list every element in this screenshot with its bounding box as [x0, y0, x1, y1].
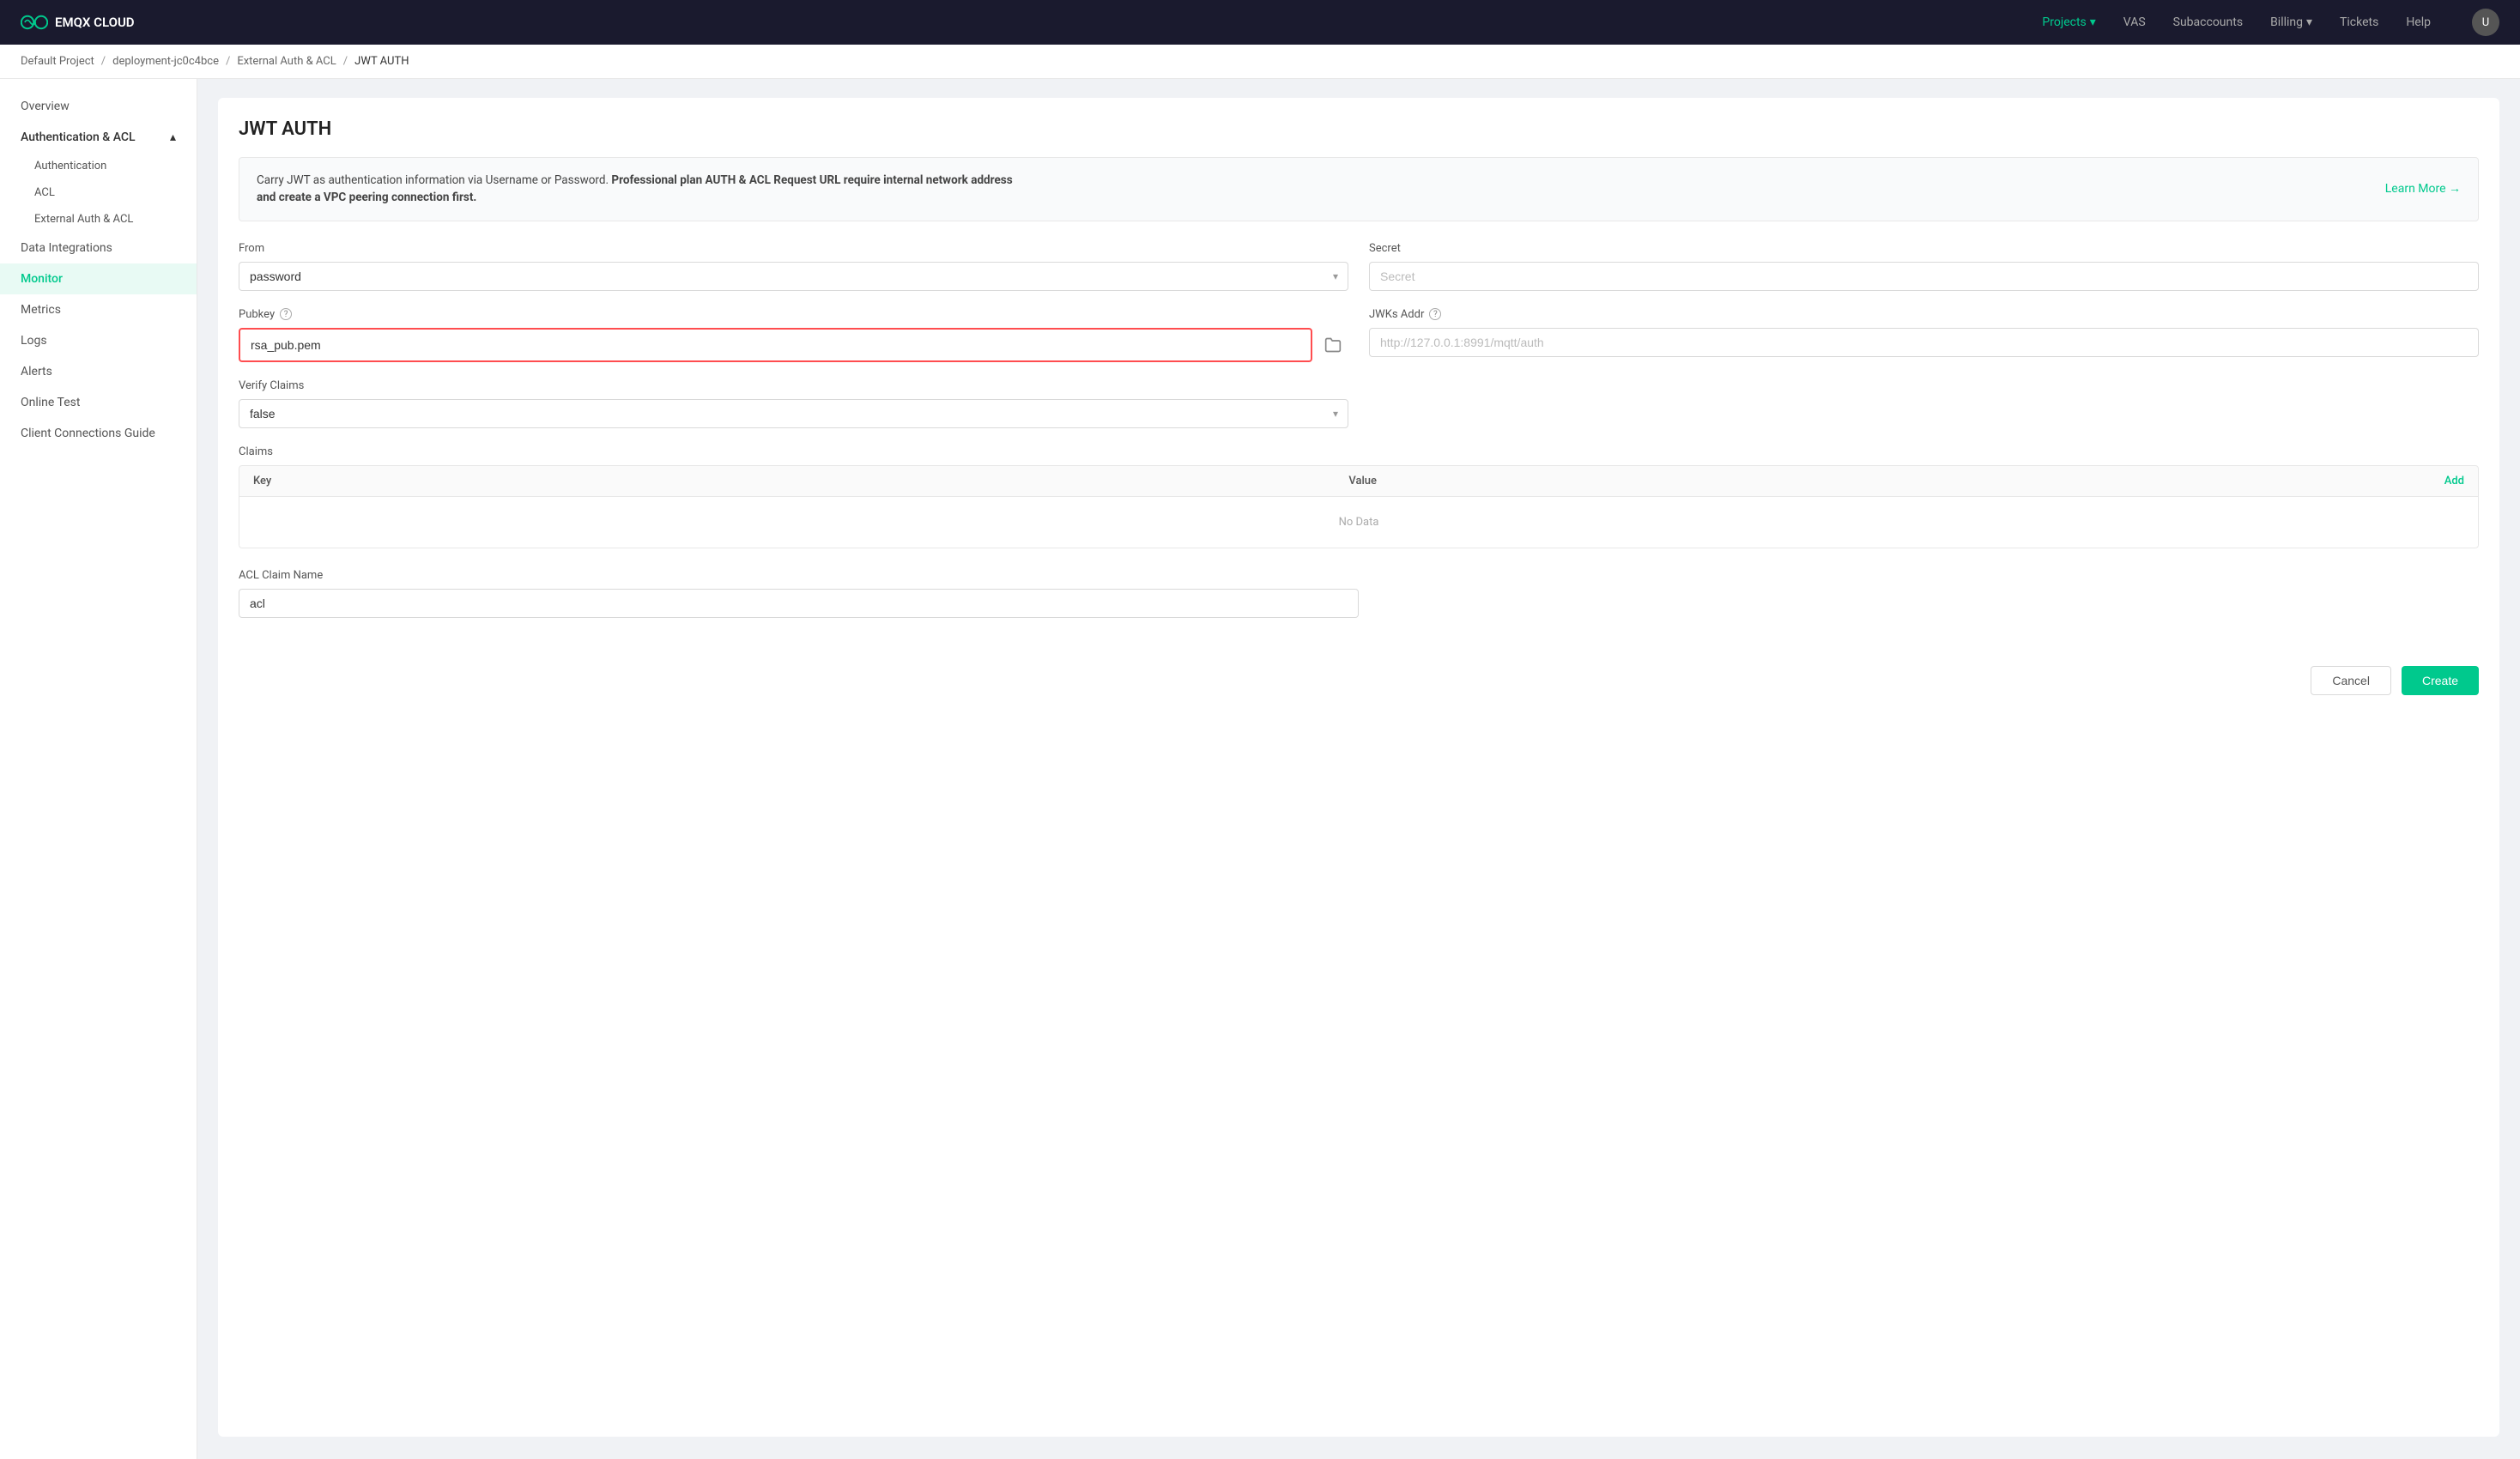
breadcrumb: Default Project / deployment-jc0c4bce / … [0, 45, 2520, 79]
claims-section: Claims Key Value Add No Data [239, 445, 2479, 548]
app-logo: EMQX CLOUD [21, 14, 135, 31]
nav-tickets[interactable]: Tickets [2340, 15, 2378, 29]
info-text-normal: Carry JWT as authentication information … [257, 173, 611, 187]
main-content: JWT AUTH Carry JWT as authentication inf… [197, 77, 2520, 1459]
projects-arrow-icon: ▾ [2090, 15, 2096, 29]
pubkey-help-icon[interactable]: ? [280, 308, 292, 320]
sidebar-item-online-test[interactable]: Online Test [0, 387, 197, 418]
info-banner-text: Carry JWT as authentication information … [257, 172, 1029, 207]
nav-billing[interactable]: Billing ▾ [2270, 15, 2312, 29]
billing-arrow-icon: ▾ [2306, 15, 2312, 29]
breadcrumb-deployment[interactable]: deployment-jc0c4bce [112, 55, 219, 68]
breadcrumb-jwt-auth: JWT AUTH [354, 55, 409, 68]
secret-group: Secret [1369, 242, 2479, 291]
jwks-label: JWKs Addr ? [1369, 308, 2479, 321]
claims-key-header: Key [239, 466, 1335, 496]
pubkey-jwks-row: Pubkey ? [239, 308, 2479, 362]
sidebar-item-metrics[interactable]: Metrics [0, 294, 197, 325]
sidebar-section-auth-acl[interactable]: Authentication & ACL ▴ [0, 122, 197, 153]
verify-claims-select[interactable]: false true [239, 399, 1348, 428]
content-card: JWT AUTH Carry JWT as authentication inf… [218, 98, 2499, 1437]
pubkey-group: Pubkey ? [239, 308, 1348, 362]
verify-claims-group: Verify Claims false true [239, 379, 1348, 428]
sidebar-item-logs[interactable]: Logs [0, 325, 197, 356]
from-label: From [239, 242, 1348, 255]
section-collapse-icon: ▴ [170, 130, 176, 144]
jwks-group: JWKs Addr ? [1369, 308, 2479, 362]
info-banner: Carry JWT as authentication information … [239, 157, 2479, 221]
claims-table-header: Key Value Add [239, 465, 2479, 497]
sidebar-item-acl[interactable]: ACL [0, 179, 197, 206]
acl-claim-label: ACL Claim Name [239, 569, 1359, 582]
claims-table-body: No Data [239, 497, 2479, 548]
cancel-button[interactable]: Cancel [2311, 666, 2391, 695]
page-title: JWT AUTH [239, 118, 2479, 140]
jwks-input[interactable] [1369, 328, 2479, 357]
sidebar-item-alerts[interactable]: Alerts [0, 356, 197, 387]
verify-claims-label: Verify Claims [239, 379, 1348, 392]
navbar: EMQX CLOUD Projects ▾ VAS Subaccounts Bi… [0, 0, 2520, 45]
claims-label: Claims [239, 445, 2479, 458]
pubkey-input-wrapper [239, 328, 1312, 362]
nav-projects[interactable]: Projects ▾ [2042, 15, 2095, 29]
from-select[interactable]: password username [239, 262, 1348, 291]
claims-value-header: Value [1335, 466, 2430, 496]
sidebar-item-monitor[interactable]: Monitor [0, 263, 197, 294]
navbar-links: Projects ▾ VAS Subaccounts Billing ▾ Tic… [2042, 9, 2499, 36]
nav-subaccounts[interactable]: Subaccounts [2173, 15, 2243, 29]
from-select-wrapper: password username [239, 262, 1348, 291]
sidebar: Overview Authentication & ACL ▴ Authenti… [0, 77, 197, 1459]
breadcrumb-default-project[interactable]: Default Project [21, 55, 94, 68]
pubkey-input[interactable] [240, 333, 1311, 357]
page-layout: Overview Authentication & ACL ▴ Authenti… [0, 77, 2520, 1459]
from-secret-row: From password username Secret [239, 242, 2479, 291]
verify-claims-row: Verify Claims false true [239, 379, 2479, 428]
create-button[interactable]: Create [2402, 666, 2479, 695]
jwks-help-icon[interactable]: ? [1429, 308, 1441, 320]
sidebar-item-overview[interactable]: Overview [0, 91, 197, 122]
sidebar-item-data-integrations[interactable]: Data Integrations [0, 233, 197, 263]
claims-add-button[interactable]: Add [2431, 466, 2478, 496]
breadcrumb-external-auth[interactable]: External Auth & ACL [237, 55, 336, 68]
verify-claims-select-wrapper: false true [239, 399, 1348, 428]
nav-help[interactable]: Help [2406, 15, 2431, 29]
nav-vas[interactable]: VAS [2123, 15, 2146, 29]
acl-claim-input[interactable] [239, 589, 1359, 618]
pubkey-label: Pubkey ? [239, 308, 1348, 321]
claims-empty-text: No Data [1339, 516, 1379, 529]
file-upload-icon[interactable] [1318, 330, 1348, 360]
learn-more-link[interactable]: Learn More → [2385, 180, 2461, 198]
secret-label: Secret [1369, 242, 2479, 255]
footer-actions: Cancel Create [239, 652, 2479, 695]
from-group: From password username [239, 242, 1348, 291]
avatar[interactable]: U [2472, 9, 2499, 36]
app-title: EMQX CLOUD [55, 15, 135, 30]
sidebar-item-client-guide[interactable]: Client Connections Guide [0, 418, 197, 449]
sidebar-item-external-auth[interactable]: External Auth & ACL [0, 206, 197, 233]
sidebar-item-authentication[interactable]: Authentication [0, 153, 197, 179]
acl-claim-group: ACL Claim Name [239, 569, 1359, 618]
secret-input[interactable] [1369, 262, 2479, 291]
